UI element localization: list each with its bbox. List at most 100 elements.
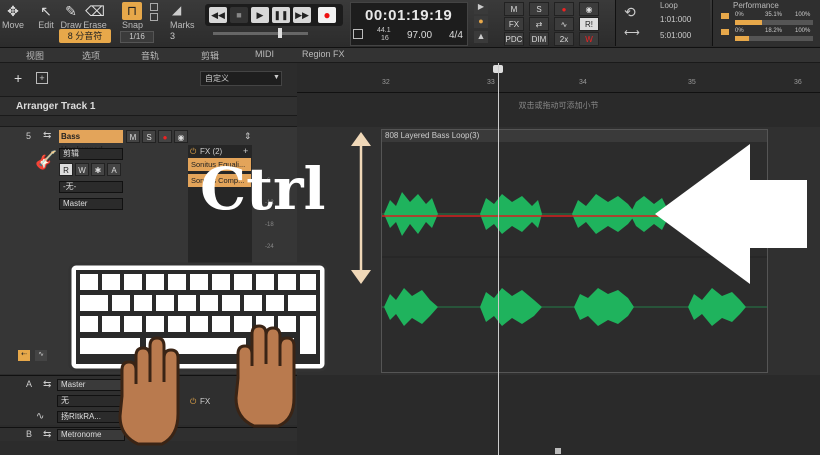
master-output-select[interactable]: 扬RItkRA... bbox=[57, 411, 125, 423]
freeze-button[interactable]: ✱ bbox=[91, 163, 105, 176]
pause-icon: ❚❚ bbox=[273, 10, 289, 20]
track-solo-button[interactable]: S bbox=[142, 130, 156, 143]
dim-button[interactable]: DIM bbox=[529, 32, 549, 46]
input-echo-button[interactable]: ◉ bbox=[579, 2, 599, 16]
metronome-bus-name[interactable]: Metronome bbox=[57, 429, 125, 441]
mute-all-button[interactable]: M bbox=[504, 2, 524, 16]
track-routing-icon[interactable]: ⇆ bbox=[43, 130, 51, 141]
arranger-preset-select[interactable]: 自定义 bbox=[200, 71, 282, 86]
next-marker-button[interactable]: ▶ bbox=[474, 2, 488, 14]
position-slider[interactable] bbox=[213, 32, 308, 35]
move-tool-button[interactable]: ✥ Move bbox=[0, 2, 26, 30]
automation-write-button[interactable]: W bbox=[75, 163, 89, 176]
stop-button[interactable]: ■ bbox=[230, 7, 248, 23]
read-automation-button[interactable]: R! bbox=[579, 17, 599, 31]
now-time-cursor[interactable] bbox=[498, 63, 499, 455]
bus-letter: A bbox=[26, 379, 33, 389]
guitar-icon: 🎸 bbox=[35, 150, 58, 170]
chevron-down-icon[interactable]: ▼ bbox=[273, 74, 280, 81]
snap-label: Snap bbox=[122, 20, 144, 30]
pause-button[interactable]: ❚❚ bbox=[272, 7, 290, 23]
fx-bypass-button[interactable]: FX bbox=[504, 17, 524, 31]
now-time: 00:01:19:19 bbox=[365, 7, 453, 24]
record-button[interactable]: ● bbox=[318, 7, 336, 23]
write-automation-button[interactable]: W bbox=[579, 32, 599, 46]
track-mute-button[interactable]: M bbox=[126, 130, 140, 143]
tempo[interactable]: 97.00 bbox=[407, 30, 432, 41]
menu-clips[interactable]: 剪辑 bbox=[201, 49, 219, 62]
cpu-meter bbox=[735, 20, 813, 25]
track-arm-button[interactable]: ● bbox=[158, 130, 172, 143]
time-display[interactable]: 00:01:19:19 44.1 16 97.00 4/4 bbox=[350, 2, 468, 46]
automation-read-button[interactable]: R bbox=[59, 163, 73, 176]
snap-resolution-select[interactable]: 1/16 bbox=[120, 31, 154, 43]
master-input-select[interactable]: 无 bbox=[57, 395, 125, 407]
bus-routing-icon[interactable]: ⇆ bbox=[43, 429, 51, 440]
sync-icon[interactable] bbox=[353, 29, 363, 39]
track-name[interactable]: Bass Unplugged bbox=[59, 130, 123, 154]
loop-start[interactable]: 1:01:000 bbox=[660, 15, 691, 24]
ruler-mark: 33 bbox=[487, 79, 495, 86]
track-echo-button[interactable]: ◉ bbox=[174, 130, 188, 143]
archive-button[interactable]: A bbox=[107, 163, 121, 176]
clip-name: 808 Layered Bass Loop(3) bbox=[382, 130, 767, 142]
marks-icon[interactable]: ◢ bbox=[172, 3, 181, 17]
menu-options[interactable]: 选项 bbox=[82, 49, 100, 62]
bus-lanes[interactable] bbox=[297, 375, 820, 455]
track-output-select[interactable]: Master bbox=[59, 198, 123, 210]
meter[interactable]: 4/4 bbox=[449, 30, 463, 41]
edit-tool-button[interactable]: ↖ Edit bbox=[33, 2, 59, 30]
double-speed-button[interactable]: 2x bbox=[554, 32, 574, 46]
add-folder-icon[interactable]: + bbox=[36, 72, 48, 84]
metronome-icon[interactable]: ▲ bbox=[474, 31, 488, 43]
pdc-button[interactable]: PDC bbox=[504, 32, 524, 46]
menu-tracks[interactable]: 音轨 bbox=[141, 49, 159, 62]
draw-tool-button[interactable]: ✎ Draw bbox=[58, 2, 84, 30]
master-fx-label[interactable]: FX bbox=[200, 397, 210, 406]
track-lane-toggle[interactable]: ⇠ bbox=[18, 350, 30, 361]
menu-view[interactable]: 视图 bbox=[26, 49, 44, 62]
audio-clip[interactable]: 808 Layered Bass Loop(3) bbox=[381, 129, 768, 373]
track-input-select[interactable]: -无- bbox=[59, 181, 123, 193]
ctrl-key-caption: Ctrl bbox=[200, 155, 326, 223]
loop-end[interactable]: 5:01:000 bbox=[660, 31, 691, 40]
timeline-ruler[interactable]: 32 33 34 35 36 bbox=[297, 63, 820, 93]
track-options-icon[interactable]: ⇕ bbox=[244, 131, 252, 142]
power-icon[interactable]: ⏻ bbox=[190, 147, 196, 157]
db-scale-label: -36 bbox=[265, 266, 274, 272]
erase-tool-button[interactable]: ⌫ Erase bbox=[82, 2, 108, 30]
position-slider-handle[interactable] bbox=[278, 28, 282, 38]
ruler-mark: 35 bbox=[688, 79, 696, 86]
play-button[interactable]: ▶ bbox=[251, 7, 269, 23]
loop-panel: ⟲ ⟷ Loop 1:01:000 5:01:000 bbox=[615, 0, 710, 46]
stop-icon: ■ bbox=[236, 10, 242, 20]
ruler-mark: 34 bbox=[579, 79, 587, 86]
snap-option-checkbox[interactable] bbox=[150, 3, 158, 11]
power-icon[interactable]: ⏻ bbox=[190, 397, 196, 407]
add-track-icon[interactable]: + bbox=[14, 70, 22, 86]
snap-toggle[interactable]: ⊓ bbox=[122, 2, 142, 20]
loop-icon[interactable]: ⟲ bbox=[624, 4, 636, 21]
snap-duration-select[interactable]: 8 分音符 bbox=[59, 29, 111, 43]
automation-lane-toggle[interactable]: ∿ bbox=[35, 350, 47, 361]
cpu-value: 35.1% bbox=[765, 12, 783, 18]
rewind-icon: ◀◀ bbox=[211, 10, 225, 20]
menu-midi[interactable]: MIDI bbox=[255, 49, 274, 59]
solo-all-button[interactable]: S bbox=[529, 2, 549, 16]
menu-region-fx[interactable]: Region FX bbox=[302, 49, 345, 59]
record-all-button[interactable]: ● bbox=[554, 2, 574, 16]
wave-icon[interactable]: ∿ bbox=[554, 17, 574, 31]
snap-option-checkbox[interactable] bbox=[150, 13, 158, 21]
forward-button[interactable]: ▶▶ bbox=[293, 7, 311, 23]
bus-routing-icon[interactable]: ⇆ bbox=[43, 379, 51, 390]
metronome-dot-button[interactable]: ● bbox=[474, 16, 488, 28]
master-bus-name[interactable]: Master bbox=[57, 379, 125, 391]
loop-label: Loop bbox=[660, 1, 678, 10]
arranger-track-title[interactable]: Arranger Track 1 bbox=[0, 96, 297, 116]
arranger-hint: 双击或拖动可添加小节 bbox=[297, 96, 820, 116]
edit-mode-select[interactable]: 剪辑 bbox=[59, 148, 123, 160]
loop-set-icon[interactable]: ⟷ bbox=[624, 26, 640, 39]
horizontal-scrollbar-thumb[interactable] bbox=[555, 448, 561, 454]
rewind-button[interactable]: ◀◀ bbox=[209, 7, 227, 23]
link-icon[interactable]: ⇄ bbox=[529, 17, 549, 31]
